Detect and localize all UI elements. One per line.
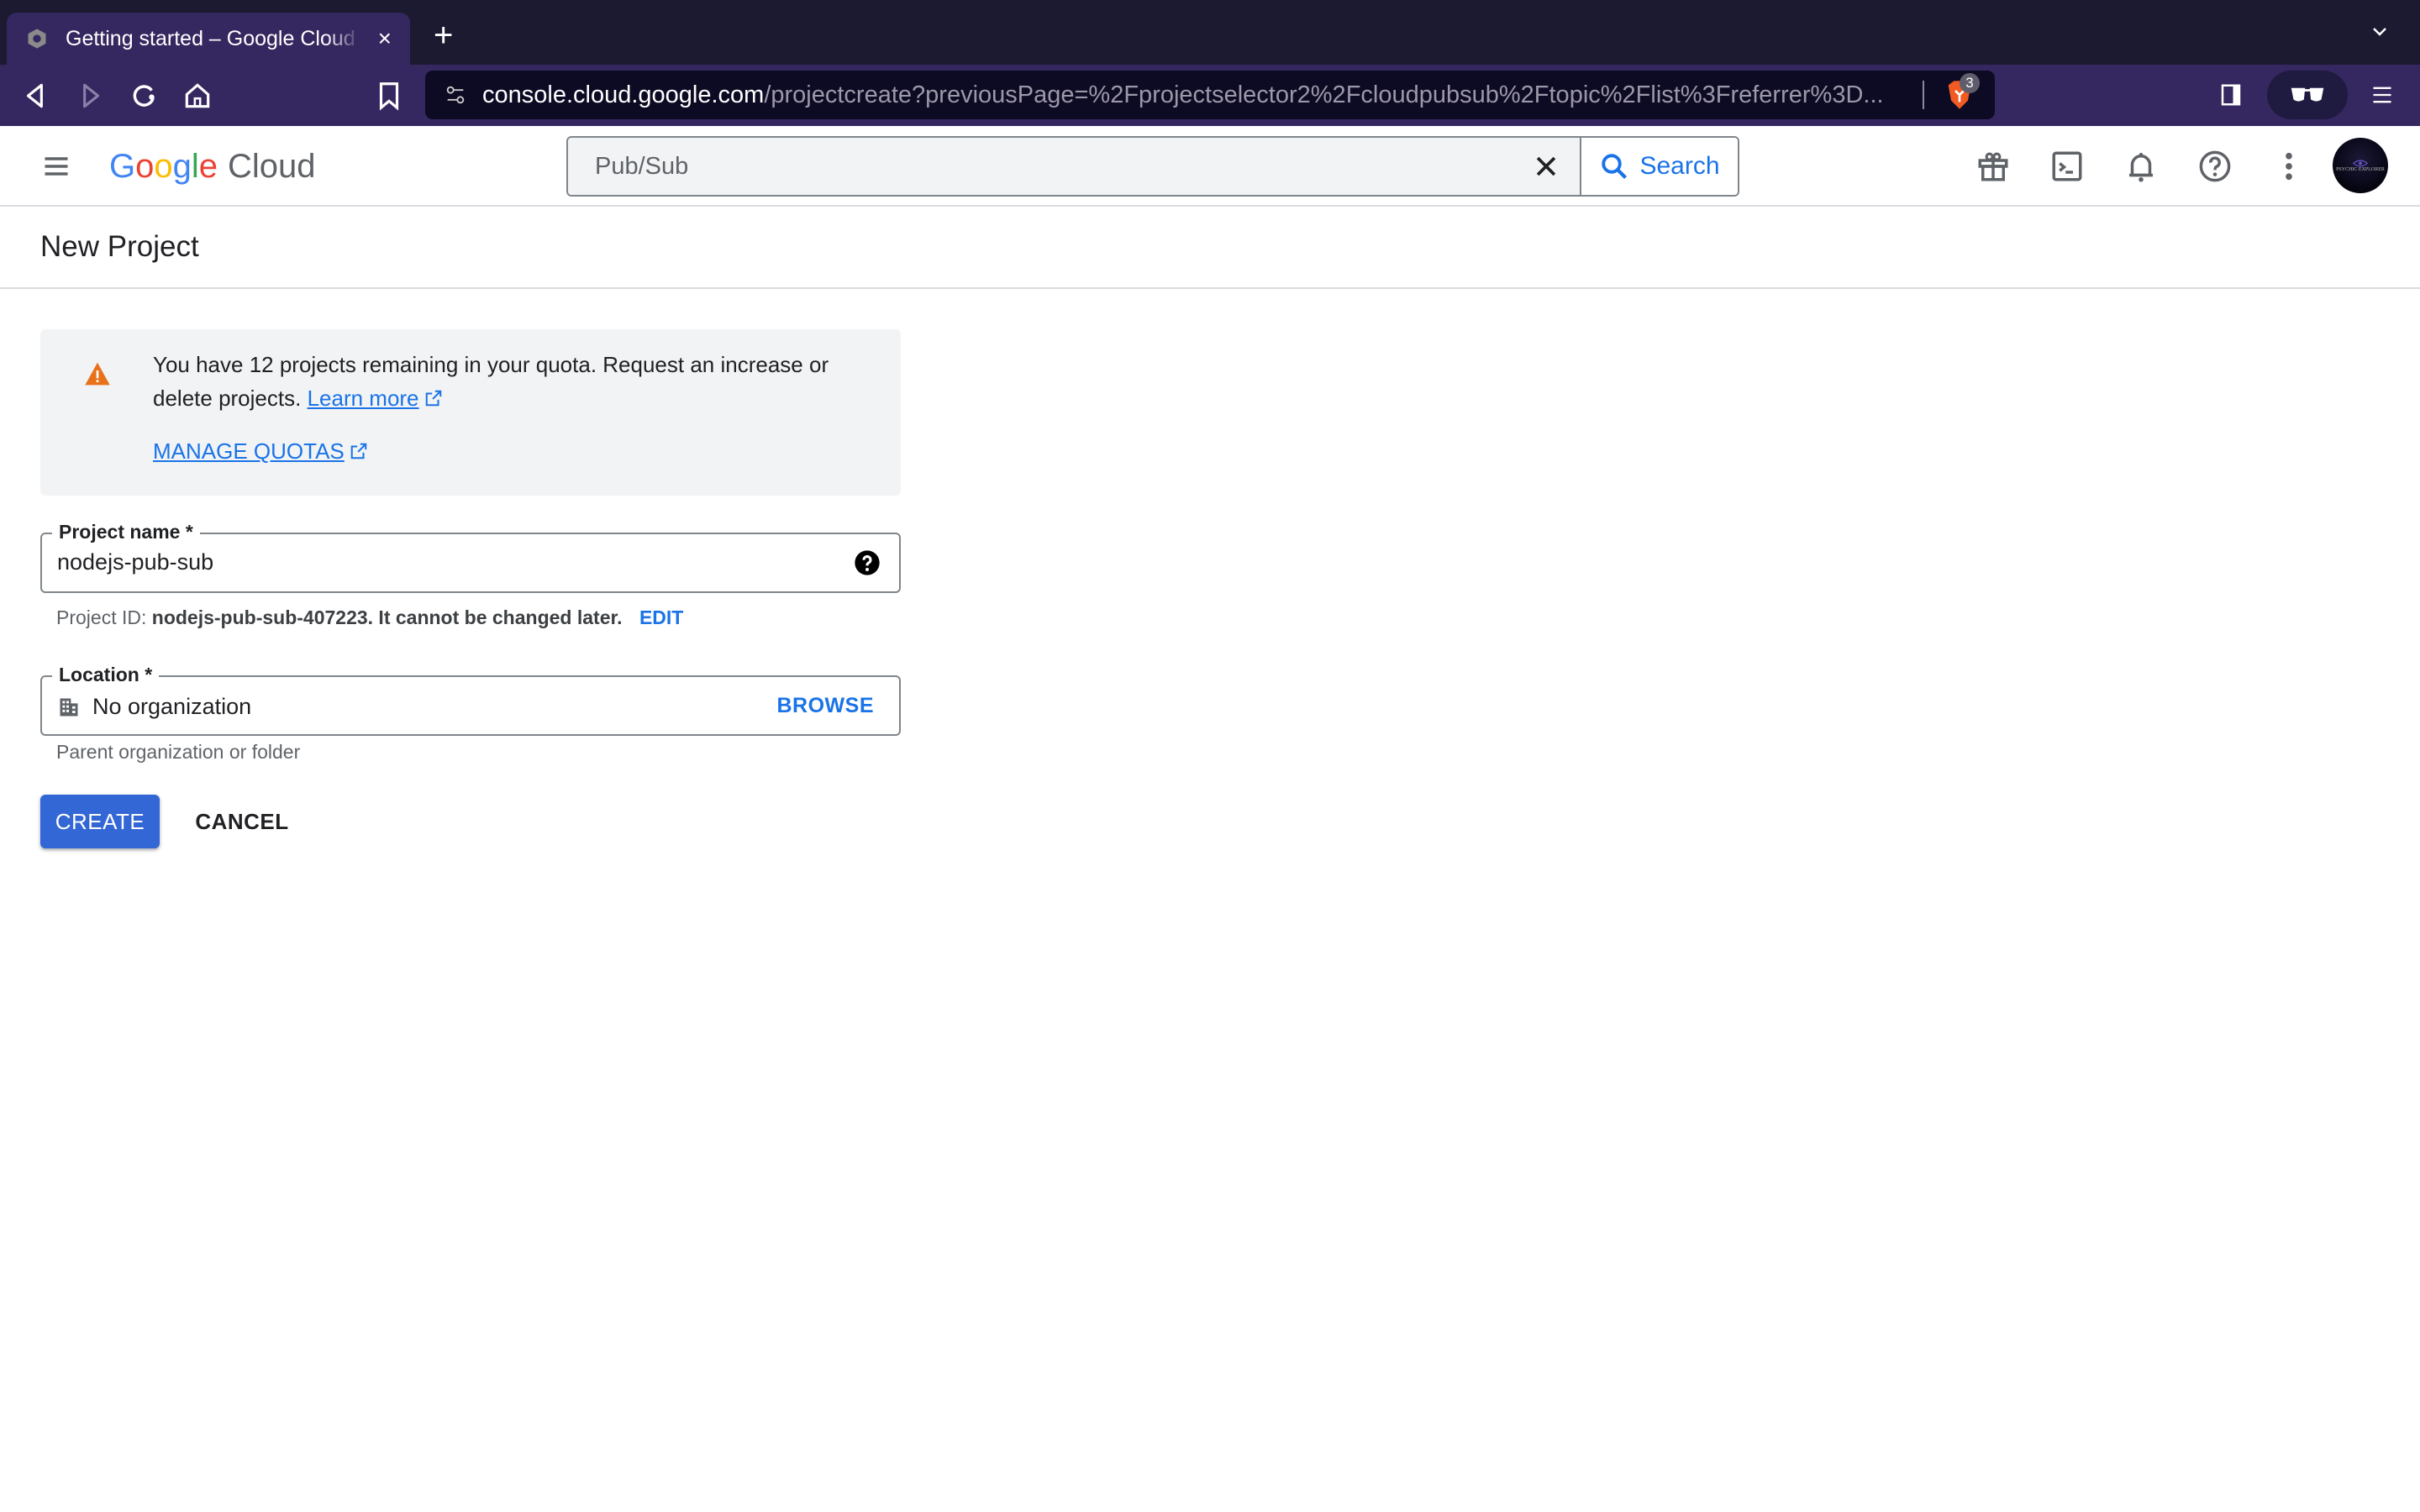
browser-menu-icon[interactable] bbox=[2370, 83, 2395, 107]
gcp-favicon-icon bbox=[28, 29, 46, 49]
page-title: New Project bbox=[40, 230, 199, 263]
project-name-label: Project name * bbox=[52, 521, 200, 543]
search-icon bbox=[1602, 154, 1628, 179]
project-id-value: nodejs-pub-sub-407223. bbox=[151, 606, 374, 628]
site-info-icon[interactable] bbox=[444, 83, 467, 107]
gift-icon bbox=[1978, 152, 2008, 181]
omnibox-separator bbox=[1923, 81, 1924, 109]
shields-count-badge: 3 bbox=[1960, 73, 1980, 93]
brave-shields-button[interactable]: 3 bbox=[1943, 73, 1980, 112]
nav-menu-icon[interactable] bbox=[40, 151, 72, 181]
tab-search-chevron-icon[interactable] bbox=[2370, 22, 2390, 42]
sidebar-toggle-icon[interactable] bbox=[2218, 81, 2244, 108]
avatar-text: PSYCHIC EXPLORER bbox=[2336, 166, 2385, 172]
browse-location-button[interactable]: BROWSE bbox=[777, 694, 875, 718]
google-cloud-logo[interactable]: Google Cloud bbox=[109, 143, 316, 190]
quota-message-text: You have 12 projects remaining in your q… bbox=[153, 352, 829, 411]
new-tab-button[interactable]: + bbox=[434, 18, 453, 52]
logo-letter: G bbox=[109, 147, 136, 185]
project-id-prefix: Project ID: bbox=[56, 606, 152, 628]
project-name-field: Project name * bbox=[40, 521, 901, 593]
account-avatar[interactable]: PSYCHIC EXPLORER bbox=[2333, 138, 2388, 193]
forward-icon[interactable] bbox=[74, 80, 106, 112]
search-input[interactable] bbox=[568, 138, 1512, 195]
help-icon bbox=[2199, 150, 2231, 182]
cloud-shell-icon bbox=[2052, 151, 2082, 181]
edit-project-id-button[interactable]: EDIT bbox=[639, 606, 683, 628]
location-field: Location * No organization BROWSE bbox=[40, 664, 901, 736]
search-button-label: Search bbox=[1639, 152, 1720, 180]
logo-letter: l bbox=[191, 147, 199, 185]
home-icon[interactable] bbox=[182, 80, 213, 112]
logo-letter: o bbox=[154, 147, 173, 185]
project-id-suffix: It cannot be changed later. bbox=[373, 606, 623, 628]
project-name-input[interactable] bbox=[57, 549, 813, 575]
url-text[interactable]: console.cloud.google.com/projectcreate?p… bbox=[482, 81, 1904, 109]
url-host: console.cloud.google.com bbox=[482, 81, 765, 108]
tab-title: Getting started – Google Cloud bbox=[66, 26, 355, 50]
manage-quotas-label: MANAGE QUOTAS bbox=[153, 438, 345, 464]
private-window-button[interactable] bbox=[2267, 71, 2348, 119]
organization-icon bbox=[60, 698, 78, 717]
address-bar[interactable]: console.cloud.google.com/projectcreate?p… bbox=[425, 71, 1995, 119]
logo-letter: e bbox=[198, 147, 218, 185]
search-button[interactable]: Search bbox=[1580, 138, 1738, 195]
more-vert-icon bbox=[2286, 152, 2292, 181]
console-header: Google Cloud Search PSYCHIC EXPLORER bbox=[0, 126, 2420, 207]
tab-close-icon[interactable]: × bbox=[378, 25, 392, 52]
browser-tabstrip: Getting started – Google Cloud × + bbox=[0, 0, 2420, 65]
clear-search-button[interactable] bbox=[1512, 138, 1580, 195]
gift-button[interactable] bbox=[1973, 146, 2013, 186]
cancel-button[interactable]: CANCEL bbox=[192, 795, 292, 848]
help-button[interactable] bbox=[2195, 146, 2235, 186]
console-search: Search bbox=[566, 136, 1739, 197]
help-circle-icon[interactable] bbox=[854, 549, 881, 576]
back-icon[interactable] bbox=[20, 80, 52, 112]
url-path: /projectcreate?previousPage=%2Fprojectse… bbox=[764, 81, 1884, 108]
external-link-icon bbox=[425, 390, 441, 407]
reload-icon[interactable] bbox=[128, 80, 160, 112]
location-value: No organization bbox=[92, 694, 252, 719]
location-label: Location * bbox=[52, 664, 160, 686]
quota-message: You have 12 projects remaining in your q… bbox=[153, 348, 876, 415]
external-link-icon bbox=[350, 443, 367, 459]
page-header: New Project bbox=[0, 207, 2420, 289]
more-options-button[interactable] bbox=[2269, 146, 2309, 186]
eye-logo-icon bbox=[2353, 160, 2368, 166]
browser-tab[interactable]: Getting started – Google Cloud × bbox=[7, 13, 410, 65]
logo-letter: o bbox=[135, 147, 155, 185]
logo-product: Cloud bbox=[228, 147, 316, 185]
sunglasses-icon bbox=[2291, 87, 2324, 102]
cloud-shell-button[interactable] bbox=[2047, 146, 2087, 186]
project-id-hint: Project ID: nodejs-pub-sub-407223. It ca… bbox=[56, 606, 683, 629]
bookmark-icon[interactable] bbox=[373, 80, 405, 112]
bell-icon bbox=[2129, 152, 2153, 182]
quota-warning-banner: You have 12 projects remaining in your q… bbox=[40, 329, 901, 496]
create-button[interactable]: CREATE bbox=[40, 795, 160, 848]
notifications-button[interactable] bbox=[2121, 146, 2161, 186]
learn-more-link[interactable]: Learn more bbox=[308, 386, 419, 411]
warning-icon bbox=[85, 362, 110, 386]
browser-toolbar: console.cloud.google.com/projectcreate?p… bbox=[0, 65, 2420, 126]
manage-quotas-link[interactable]: MANAGE QUOTAS bbox=[153, 438, 368, 465]
logo-letter: g bbox=[172, 147, 192, 185]
close-icon bbox=[1536, 156, 1556, 176]
location-hint: Parent organization or folder bbox=[56, 741, 301, 763]
